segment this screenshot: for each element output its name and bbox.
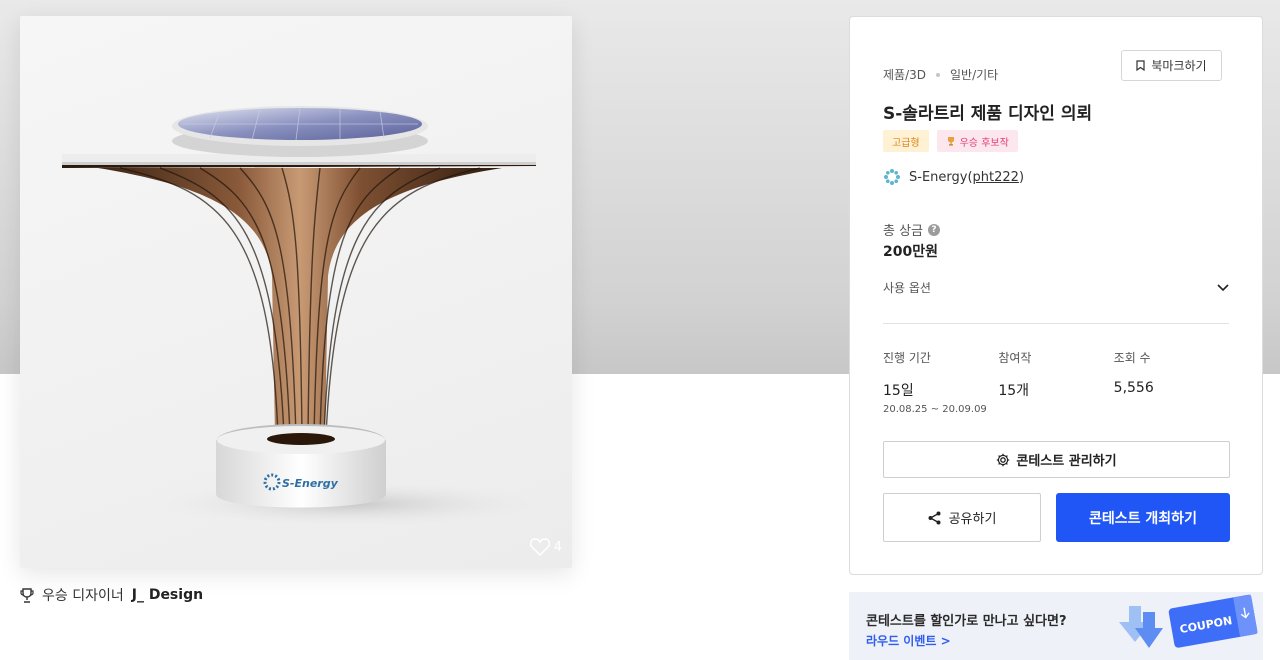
entries-value: 15개 bbox=[998, 383, 1030, 399]
winning-designer: 우승 디자이너 J_ Design bbox=[20, 585, 203, 605]
manage-contest-label: 콘테스트 관리하기 bbox=[1016, 454, 1117, 469]
breadcrumb: 제품/3D 일반/기타 bbox=[883, 66, 998, 83]
coupon-illustration: COUPON bbox=[1119, 594, 1258, 648]
owner-paren-close: ) bbox=[1018, 169, 1025, 185]
host-contest-label: 콘테스트 개최하기 bbox=[1089, 510, 1197, 527]
trophy-icon bbox=[20, 587, 34, 603]
stat-views: 조회 수 5,556 bbox=[1114, 349, 1229, 415]
views-value: 5,556 bbox=[1113, 380, 1154, 396]
period-value: 15일 bbox=[883, 383, 914, 399]
breadcrumb-separator bbox=[936, 72, 940, 77]
download-arrow-icon bbox=[1119, 606, 1163, 648]
premium-badge: 고급형 bbox=[883, 130, 929, 152]
chevron-down-icon bbox=[1217, 283, 1229, 291]
coupon-banner-link[interactable]: 라우드 이벤트 > bbox=[866, 632, 951, 649]
host-contest-button[interactable]: 콘테스트 개최하기 bbox=[1056, 493, 1230, 542]
candidate-badge-label: 우승 후보작 bbox=[959, 137, 1009, 149]
bookmark-icon bbox=[1136, 60, 1145, 71]
contest-title: S-솔라트리 제품 디자인 의뢰 bbox=[883, 104, 1093, 124]
share-icon bbox=[928, 511, 941, 524]
period-range: 20.08.25 ~ 20.09.09 bbox=[883, 404, 987, 415]
period-label: 진행 기간 bbox=[883, 351, 931, 365]
designer-name[interactable]: J_ Design bbox=[132, 587, 203, 603]
total-prize-value: 200만원 bbox=[883, 244, 938, 260]
share-button[interactable]: 공유하기 bbox=[883, 493, 1041, 542]
stat-entries: 참여작 15개 bbox=[998, 349, 1113, 415]
trophy-icon bbox=[947, 137, 954, 146]
bookmark-button[interactable]: 북마크하기 bbox=[1121, 50, 1222, 81]
views-label: 조회 수 bbox=[1113, 351, 1151, 365]
bookmark-label: 북마크하기 bbox=[1151, 59, 1207, 73]
total-prize-text: 총 상금 bbox=[883, 224, 924, 239]
coupon-banner[interactable]: 콘테스트를 할인가로 만나고 싶다면? 라우드 이벤트 > COUPON bbox=[849, 592, 1263, 660]
badge-row: 고급형 우승 후보작 bbox=[883, 130, 1018, 152]
like-count: 4 bbox=[553, 539, 562, 555]
heart-icon bbox=[529, 538, 550, 556]
usage-options-label: 사용 옵션 bbox=[883, 281, 931, 295]
owner-name: S-Energy bbox=[909, 169, 968, 185]
usage-options-toggle[interactable]: 사용 옵션 bbox=[883, 279, 1229, 296]
designer-prefix: 우승 디자이너 bbox=[42, 588, 124, 604]
contest-stats: 진행 기간 15일 20.08.25 ~ 20.09.09 참여작 15개 조회… bbox=[883, 349, 1229, 415]
svg-text:S-Energy: S-Energy bbox=[282, 477, 339, 490]
solar-tree-illustration: S-Energy bbox=[62, 106, 560, 528]
coupon-banner-title: 콘테스트를 할인가로 만나고 싶다면? bbox=[866, 614, 1067, 629]
contest-owner[interactable]: S-Energy(pht222) bbox=[883, 168, 1024, 186]
total-prize-label: 총 상금 ? bbox=[883, 220, 941, 239]
share-label: 공유하기 bbox=[948, 512, 997, 527]
contest-info-panel: 제품/3D 일반/기타 북마크하기 S-솔라트리 제품 디자인 의뢰 고급형 우… bbox=[849, 16, 1263, 575]
company-logo-icon bbox=[884, 169, 900, 185]
breadcrumb-subcategory[interactable]: 일반/기타 bbox=[950, 66, 998, 83]
gear-icon bbox=[997, 453, 1010, 466]
like-button[interactable]: 4 bbox=[529, 538, 562, 556]
product-image[interactable]: S-Energy 4 bbox=[20, 16, 572, 568]
stat-period: 진행 기간 15일 20.08.25 ~ 20.09.09 bbox=[883, 349, 998, 415]
breadcrumb-category[interactable]: 제품/3D bbox=[883, 66, 926, 83]
manage-contest-button[interactable]: 콘테스트 관리하기 bbox=[883, 441, 1230, 478]
help-icon[interactable]: ? bbox=[928, 223, 941, 236]
owner-handle[interactable]: pht222 bbox=[973, 170, 1019, 185]
entries-label: 참여작 bbox=[998, 351, 1032, 365]
premium-badge-label: 고급형 bbox=[892, 137, 920, 149]
divider bbox=[883, 323, 1229, 324]
candidate-badge: 우승 후보작 bbox=[936, 130, 1018, 152]
